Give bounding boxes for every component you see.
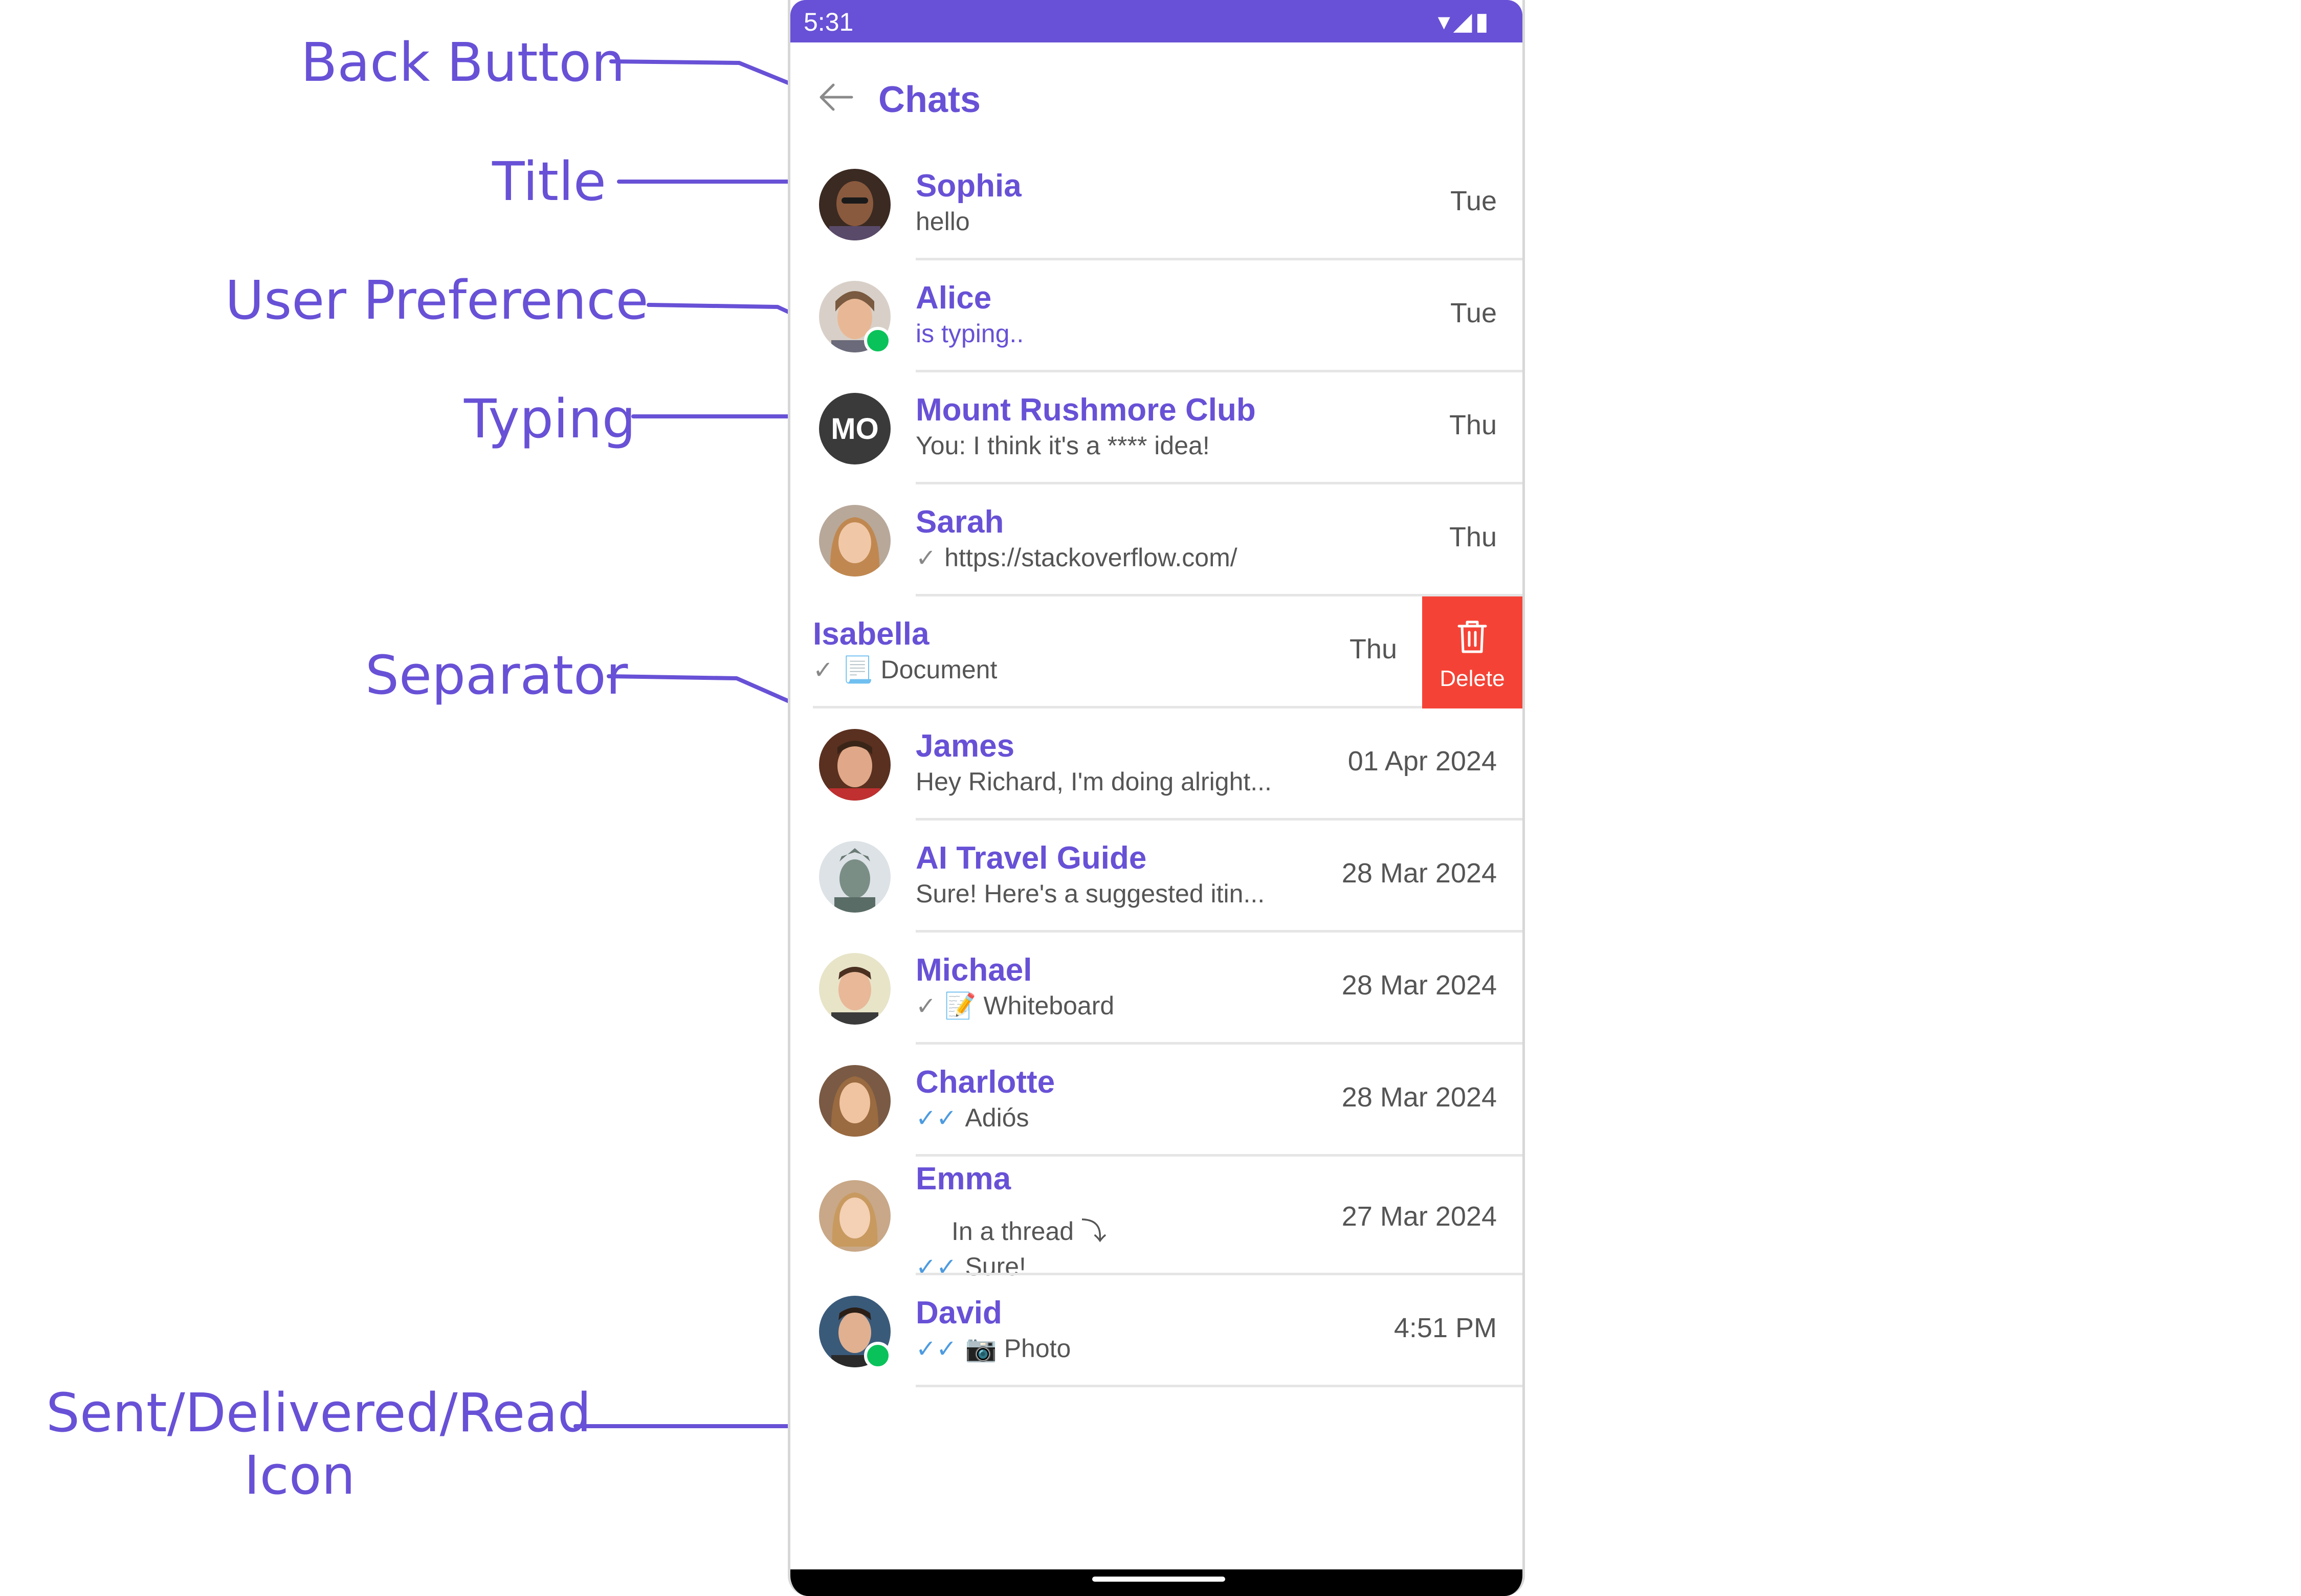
avatar — [819, 841, 891, 913]
annotation-typing: Typing — [464, 388, 636, 450]
annotation-back-button: Back Button — [301, 31, 625, 94]
conversation-item-james[interactable]: James Hey Richard, I'm doing alright... … — [790, 708, 1522, 821]
conversation-time: 28 Mar 2024 — [1341, 1082, 1497, 1113]
conversation-item-sarah[interactable]: Sarah ✓ https://stackoverflow.com/ Thu — [790, 484, 1522, 596]
home-indicator[interactable] — [1092, 1577, 1225, 1582]
avatar — [819, 1065, 891, 1137]
online-status-indicator — [864, 1342, 892, 1369]
conversation-time: 27 Mar 2024 — [1341, 1201, 1497, 1232]
back-button[interactable] — [816, 77, 857, 118]
thread-arrow-icon: ⤵ — [1080, 1217, 1107, 1246]
conversation-item-david[interactable]: David ✓✓ 📷 Photo 4:51 PM — [790, 1275, 1522, 1387]
last-message: ✓ 📃 Document — [813, 655, 997, 685]
whiteboard-icon: 📝 — [944, 991, 977, 1020]
thread-label: In a thread — [952, 1217, 1074, 1246]
avatar — [819, 169, 891, 240]
annotation-receipt-line2: Icon — [244, 1444, 356, 1506]
annotation-title: Title — [492, 150, 606, 213]
sent-receipt-icon: ✓ — [916, 993, 937, 1020]
conversation-time: Tue — [1450, 298, 1497, 328]
last-message-text: Adiós — [965, 1103, 1029, 1132]
annotation-receipt-line1: Sent/Delivered/Read — [46, 1382, 591, 1444]
page-title: Chats — [878, 79, 981, 120]
delete-button[interactable]: Delete — [1422, 596, 1522, 708]
thread-indicator: In a thread ⤵ — [916, 1211, 1107, 1248]
conversation-item-sophia[interactable]: Sophia hello Tue — [790, 148, 1522, 260]
conversation-name: Alice — [916, 280, 992, 316]
avatar-initials: MO — [819, 393, 891, 464]
read-receipt-icon: ✓✓ — [916, 1105, 957, 1132]
last-message: You: I think it's a **** idea! — [916, 431, 1210, 460]
online-status-indicator — [864, 327, 892, 354]
header: Chats — [790, 77, 1522, 128]
system-icons: ▾◢▮ — [1437, 8, 1492, 35]
conversation-name: Charlotte — [916, 1065, 1055, 1100]
conversation-name: Sophia — [916, 168, 1022, 204]
last-message-text: https://stackoverflow.com/ — [944, 543, 1237, 572]
separator — [916, 1385, 1522, 1387]
conversation-item-isabella[interactable]: Isabella ✓ 📃 Document Thu Delete — [790, 596, 1522, 708]
conversation-item-mount-rushmore-club[interactable]: MO Mount Rushmore Club You: I think it's… — [790, 372, 1522, 484]
trash-icon — [1457, 620, 1487, 653]
conversation-name: Michael — [916, 952, 1032, 988]
conversation-name: Sarah — [916, 504, 1004, 540]
last-message: Sure! Here's a suggested itin... — [916, 879, 1265, 908]
last-message: ✓✓ 📷 Photo — [916, 1334, 1071, 1364]
annotation-user-preference: User Preference — [225, 269, 649, 331]
conversation-item-charlotte[interactable]: Charlotte ✓✓ Adiós 28 Mar 2024 — [790, 1045, 1522, 1157]
conversation-time: 28 Mar 2024 — [1341, 970, 1497, 1001]
avatar — [819, 1180, 891, 1252]
conversation-name: Mount Rushmore Club — [916, 392, 1256, 428]
navigation-bar — [790, 1569, 1522, 1596]
conversation-name: James — [916, 728, 1015, 764]
avatar — [819, 953, 891, 1025]
conversation-item-alice[interactable]: Alice is typing.. Tue — [790, 260, 1522, 372]
conversation-name: Isabella — [813, 616, 930, 652]
status-bar: 5:31 ▾◢▮ — [790, 0, 1522, 42]
typing-indicator: is typing.. — [916, 319, 1024, 348]
annotation-separator: Separator — [365, 644, 628, 706]
arrow-left-icon — [820, 83, 853, 111]
conversation-item-ai-travel-guide[interactable]: AI Travel Guide Sure! Here's a suggested… — [790, 821, 1522, 933]
conversation-time: Thu — [1449, 410, 1497, 440]
last-message-text: Photo — [1004, 1334, 1071, 1363]
conversation-time: 01 Apr 2024 — [1347, 746, 1497, 777]
last-message: ✓✓ Adiós — [916, 1103, 1029, 1133]
last-message: ✓ https://stackoverflow.com/ — [916, 543, 1237, 572]
sent-receipt-icon: ✓ — [916, 545, 937, 572]
conversation-name: David — [916, 1295, 1002, 1331]
camera-icon: 📷 — [965, 1334, 997, 1363]
last-message: ✓ 📝 Whiteboard — [916, 991, 1114, 1021]
last-message: In a thread ⤵ ✓✓ Sure! — [916, 1211, 1107, 1281]
avatar — [819, 729, 891, 801]
conversation-time: Tue — [1450, 186, 1497, 216]
last-message-text: Document — [880, 655, 998, 684]
document-icon: 📃 — [842, 655, 874, 684]
conversation-name: Emma — [916, 1161, 1011, 1196]
conversation-item-emma[interactable]: Emma In a thread ⤵ ✓✓ Sure! 27 Mar 2024 — [790, 1157, 1522, 1281]
read-receipt-icon: ✓✓ — [916, 1336, 957, 1363]
conversation-time: Thu — [1349, 634, 1397, 664]
conversation-time: 4:51 PM — [1393, 1313, 1497, 1343]
avatar — [819, 505, 891, 577]
last-message-text: Whiteboard — [983, 991, 1115, 1020]
delete-label: Delete — [1440, 666, 1505, 691]
conversation-time: Thu — [1449, 522, 1497, 552]
sent-receipt-icon: ✓ — [813, 657, 834, 684]
status-time: 5:31 — [804, 8, 854, 36]
conversation-name: AI Travel Guide — [916, 840, 1147, 876]
last-message: Hey Richard, I'm doing alright... — [916, 767, 1272, 796]
conversation-item-michael[interactable]: Michael ✓ 📝 Whiteboard 28 Mar 2024 — [790, 933, 1522, 1045]
last-message: hello — [916, 207, 970, 236]
conversation-time: 28 Mar 2024 — [1341, 858, 1497, 889]
phone-screen: 5:31 ▾◢▮ Chats Sophia hello Tue Alice is… — [788, 0, 1525, 1596]
